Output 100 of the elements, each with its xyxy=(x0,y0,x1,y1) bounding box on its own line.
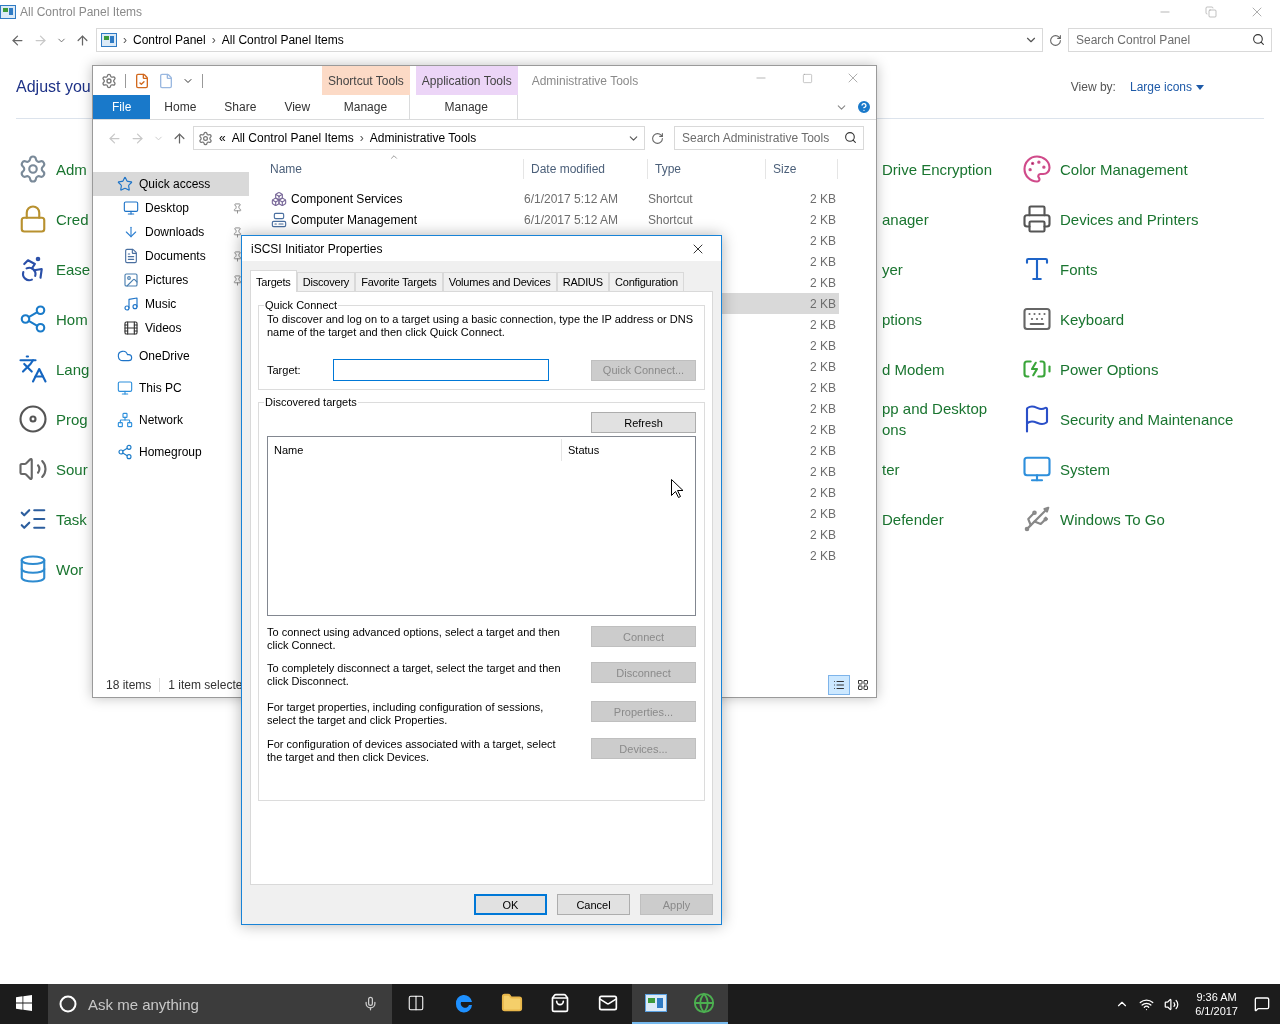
control-panel-link[interactable]: Color Management xyxy=(1060,158,1188,180)
control-panel-icon xyxy=(645,994,667,1012)
tab[interactable]: Volumes and Devices xyxy=(442,272,557,292)
search-field[interactable]: Search Control Panel xyxy=(1068,28,1272,52)
target-field[interactable] xyxy=(333,359,549,382)
control-panel-link[interactable]: Defender xyxy=(882,508,944,530)
nav-item[interactable]: Quick access xyxy=(93,172,249,196)
ribbon-tab[interactable]: Manage xyxy=(322,95,410,119)
nav-item[interactable]: OneDrive xyxy=(93,340,249,372)
help-icon[interactable] xyxy=(856,99,872,116)
control-panel-link[interactable]: Lang xyxy=(56,358,90,380)
size-cell-text: 2 KB xyxy=(809,485,837,500)
control-panel-link[interactable]: ptions xyxy=(882,308,923,330)
control-panel-link[interactable]: pp and Desktop ons xyxy=(882,398,988,440)
address-bar[interactable]: « All Control Panel Items › Administrative Tools xyxy=(193,126,645,150)
checklist-icon[interactable] xyxy=(134,72,150,89)
column-header[interactable]: Status xyxy=(562,439,692,462)
size-cell-text: 2 KB xyxy=(809,464,837,479)
tab[interactable]: Favorite Targets xyxy=(355,272,443,292)
search-icon xyxy=(844,131,857,144)
tab[interactable]: Configuration xyxy=(609,272,684,292)
ribbon-tab[interactable]: Manage xyxy=(415,95,518,119)
column-header[interactable]: Name xyxy=(268,439,562,462)
nav-item[interactable]: Pictures xyxy=(93,268,249,292)
column-header[interactable]: Size xyxy=(766,159,838,179)
nav-item[interactable]: Documents xyxy=(93,244,249,268)
control-panel-link[interactable]: anager xyxy=(882,208,929,230)
type-cell-text: Shortcut xyxy=(648,212,694,227)
control-panel-link[interactable]: d Modem xyxy=(882,358,945,380)
targets-list[interactable]: Name Status xyxy=(267,436,696,617)
control-panel-link[interactable]: Security and Maintenance xyxy=(1060,408,1234,430)
breadcrumb[interactable]: Administrative Tools xyxy=(369,131,477,145)
control-panel-icon xyxy=(0,5,16,19)
type-cell-text: Shortcut xyxy=(648,191,694,206)
monitor-icon xyxy=(123,200,139,216)
control-panel-link[interactable]: yer xyxy=(882,258,903,280)
forward-icon xyxy=(130,130,145,146)
breadcrumb[interactable]: All Control Panel Items xyxy=(221,33,344,47)
control-panel-link[interactable]: ter xyxy=(882,458,900,480)
overflow-chevron[interactable]: « xyxy=(219,131,226,145)
column-header[interactable]: Date modified xyxy=(524,159,648,179)
group-title: Quick Connect xyxy=(264,299,339,312)
nav-item[interactable]: Downloads xyxy=(93,220,249,244)
tab[interactable]: Discovery xyxy=(296,272,356,292)
control-panel-link[interactable]: Wor xyxy=(56,558,84,580)
breadcrumb[interactable]: Control Panel xyxy=(133,33,206,47)
details-view-button[interactable] xyxy=(828,675,850,695)
file-row[interactable]: Component Services 6/1/2017 5:12 AM Shortcut 2 KB xyxy=(263,188,839,209)
ribbon-tab[interactable]: Home xyxy=(150,95,211,119)
control-panel-link[interactable]: Hom xyxy=(56,308,88,330)
column-header[interactable]: Name xyxy=(263,159,524,179)
control-panel-link[interactable]: Ease xyxy=(56,258,91,280)
nav-item[interactable]: Desktop xyxy=(93,196,249,220)
column-header[interactable]: Type xyxy=(648,159,766,179)
clock[interactable]: 9:36 AM 6/1/2017 xyxy=(1189,990,1244,1018)
nav-item[interactable]: Homegroup xyxy=(93,436,249,468)
dialog-button[interactable]: Cancel xyxy=(557,894,630,916)
view-dropdown[interactable]: Large icons xyxy=(1129,80,1204,94)
microphone-icon[interactable] xyxy=(363,996,378,1011)
file-row[interactable]: Computer Management 6/1/2017 5:12 AM Shortcut 2 KB xyxy=(263,209,839,230)
address-bar[interactable]: › Control Panel › All Control Panel Items xyxy=(96,28,1043,52)
printer-icon xyxy=(1022,204,1052,234)
search-field[interactable]: Search Administrative Tools xyxy=(674,126,864,150)
control-panel-link[interactable]: Cred xyxy=(56,208,89,230)
maximize-icon xyxy=(801,72,813,84)
volume-icon[interactable] xyxy=(1164,996,1180,1012)
notifications-icon[interactable] xyxy=(1254,996,1270,1012)
search-icon xyxy=(1252,33,1265,46)
control-panel-link[interactable]: Prog xyxy=(56,408,88,430)
control-panel-link[interactable]: System xyxy=(1060,458,1110,480)
dialog-button[interactable]: OK xyxy=(474,894,547,916)
nav-item[interactable]: Videos xyxy=(93,316,249,340)
control-panel-link[interactable]: Keyboard xyxy=(1060,308,1125,330)
control-panel-link[interactable]: Windows To Go xyxy=(1060,508,1165,530)
grid-icon xyxy=(857,679,869,691)
palette-icon xyxy=(1022,154,1052,184)
properties-icon[interactable] xyxy=(101,72,117,89)
tab[interactable]: RADIUS xyxy=(556,272,609,292)
ribbon-tab[interactable]: Share xyxy=(210,95,271,119)
control-panel-link[interactable]: Power Options xyxy=(1060,358,1159,380)
nav-item[interactable]: Music xyxy=(93,292,249,316)
tab[interactable]: Targets xyxy=(250,270,297,293)
control-panel-link[interactable]: Sour xyxy=(56,458,88,480)
taskbar-app[interactable] xyxy=(632,984,680,1024)
network-icon[interactable] xyxy=(1139,996,1155,1012)
control-panel-link[interactable]: Drive Encryption xyxy=(882,158,993,180)
breadcrumb[interactable]: All Control Panel Items xyxy=(231,131,354,145)
list-icon xyxy=(833,679,845,691)
control-panel-link[interactable]: Fonts xyxy=(1060,258,1098,280)
search-field[interactable]: Ask me anything xyxy=(48,984,392,1024)
computer-icon xyxy=(271,211,287,228)
refresh-button[interactable]: Refresh xyxy=(591,412,696,434)
status-text: 18 items xyxy=(106,678,161,692)
ribbon-tab[interactable]: View xyxy=(270,95,325,119)
control-panel-link[interactable]: Adm xyxy=(56,158,87,180)
file-menu[interactable]: File xyxy=(93,95,151,119)
control-panel-link[interactable]: Task xyxy=(56,508,87,530)
nav-item[interactable]: This PC xyxy=(93,372,249,404)
control-panel-link[interactable]: Devices and Printers xyxy=(1060,208,1199,230)
nav-item[interactable]: Network xyxy=(93,404,249,436)
